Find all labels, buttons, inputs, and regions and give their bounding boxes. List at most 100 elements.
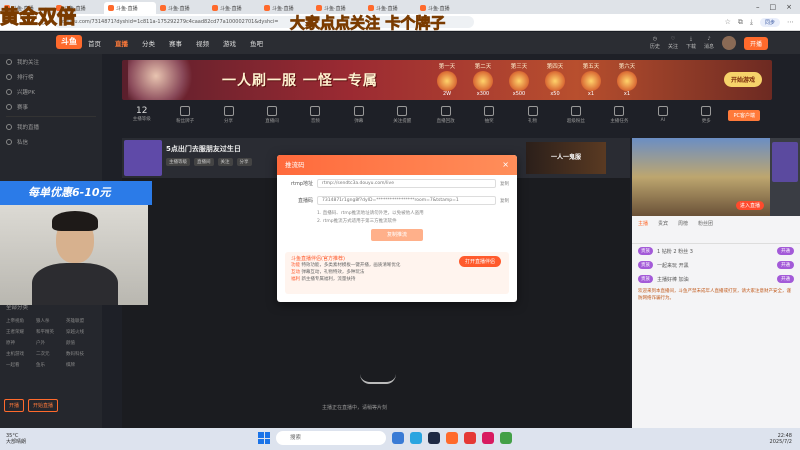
avatar[interactable]	[721, 36, 736, 50]
history-button[interactable]: ◷ 历史	[650, 36, 660, 50]
sidebar-item-messages[interactable]: 私信	[0, 134, 102, 149]
room-tag[interactable]: 关注	[217, 158, 233, 166]
category-link[interactable]: 主机游戏	[6, 351, 36, 357]
windows-start-icon[interactable]	[258, 432, 270, 444]
sidebar-item-pk[interactable]: 兴趣PK	[0, 84, 102, 99]
nav-item-live[interactable]: 直播	[115, 38, 128, 48]
category-link[interactable]: 颜值	[66, 340, 96, 346]
tab-weekly[interactable]: 周榜	[678, 220, 688, 227]
category-link[interactable]: 二次元	[36, 351, 66, 357]
steam-icon[interactable]	[428, 432, 440, 444]
extensions-icon[interactable]: ⧉	[738, 18, 743, 27]
category-link[interactable]: 英雄联盟	[66, 318, 96, 324]
open-vip-button[interactable]: 开通	[777, 275, 794, 283]
category-link[interactable]: 棋牌	[66, 362, 96, 368]
browser-tab-active[interactable]: 斗鱼·直播	[104, 2, 156, 14]
open-live-button[interactable]: 开播	[743, 36, 768, 50]
open-vip-button[interactable]: 开通	[777, 261, 794, 269]
system-tray[interactable]: 22:48 2025/7/2	[770, 433, 800, 445]
nav-item-video[interactable]: 视频	[196, 38, 209, 48]
edge-icon[interactable]	[410, 432, 422, 444]
douyu-icon[interactable]	[446, 432, 458, 444]
bell-icon: ♪	[707, 36, 711, 42]
tab-anchor[interactable]: 主播	[638, 220, 648, 227]
start-game-button[interactable]: 开始游戏	[723, 72, 762, 87]
pc-client-button[interactable]: PC客户端	[728, 110, 760, 121]
room-tag[interactable]: 分享	[236, 158, 252, 166]
star-icon[interactable]: ☆	[725, 18, 731, 26]
nav-item-category[interactable]: 分类	[142, 38, 155, 48]
go-live-button[interactable]: 开播	[4, 399, 25, 412]
category-link[interactable]: 原神	[6, 340, 36, 346]
copy-stream-button[interactable]: 复制推流	[371, 229, 423, 241]
toolbar-item[interactable]: 直播回放	[430, 106, 461, 130]
server-field[interactable]: rtmp://sendtc3a.douyu.com/live	[317, 179, 496, 188]
toolbar-item[interactable]: 主播任务	[604, 106, 635, 130]
nav-item-events[interactable]: 赛事	[169, 38, 182, 48]
category-link[interactable]: 上帝视角	[6, 318, 36, 324]
category-link[interactable]: 王者荣耀	[6, 329, 36, 335]
maximize-icon[interactable]: □	[770, 3, 777, 11]
open-vip-button[interactable]: 开通	[777, 247, 794, 255]
key-field[interactable]: 7314871r1gng8f?dyID=*****************roo…	[317, 196, 496, 205]
download-icon[interactable]: ⤓	[750, 18, 753, 27]
category-link[interactable]: 户外	[36, 340, 66, 346]
open-companion-button[interactable]: 打开直播伴侣	[458, 256, 501, 267]
follow-button[interactable]: ♡ 关注	[668, 36, 678, 50]
toolbar-item[interactable]: AI	[647, 106, 678, 130]
browser-tab[interactable]: 斗鱼·直播	[208, 2, 260, 14]
sidebar-item-mylive[interactable]: 我的直播	[0, 119, 102, 134]
side-ad[interactable]	[772, 142, 798, 182]
close-icon[interactable]: ×	[502, 155, 509, 175]
toolbar-item[interactable]: 超级粉丝	[560, 106, 591, 130]
category-link[interactable]: 和平精英	[36, 329, 66, 335]
tab-fans[interactable]: 粉丝团	[698, 220, 713, 227]
anchor-avatar[interactable]	[124, 140, 162, 176]
toolbar-item[interactable]: 更多	[690, 106, 721, 130]
toolbar-item[interactable]: 礼物	[517, 106, 548, 130]
close-icon[interactable]: ×	[786, 3, 792, 11]
menu-icon[interactable]: ⋯	[787, 18, 794, 26]
weather-widget[interactable]: 35°C 大部晴朗	[0, 433, 26, 445]
message-button[interactable]: ♪ 消息	[704, 36, 714, 50]
room-promo-banner[interactable]: 一人一鬼服	[526, 142, 606, 174]
toolbar-item[interactable]: 粉丝牌子	[169, 106, 200, 130]
sidebar-item-rank[interactable]: 排行榜	[0, 69, 102, 84]
toolbar-item-level[interactable]: 12 主播等级	[126, 106, 157, 130]
site-logo[interactable]: 斗鱼	[56, 35, 82, 49]
category-link[interactable]: 一起看	[6, 362, 36, 368]
taskbar-search[interactable]: 搜索	[276, 431, 386, 445]
nav-item-yuba[interactable]: 鱼吧	[250, 38, 263, 48]
browser-tab[interactable]: 斗鱼·直播	[156, 2, 208, 14]
start-live-button[interactable]: 开始直播	[28, 399, 59, 412]
room-tag[interactable]: 直播间	[194, 158, 214, 166]
nav-item-home[interactable]: 首页	[88, 38, 101, 48]
toolbar-item[interactable]: 抽奖	[473, 106, 504, 130]
copy-key-button[interactable]: 复制	[500, 198, 509, 204]
category-link[interactable]: 鱼乐	[36, 362, 66, 368]
download-button[interactable]: ⤓ 下载	[686, 36, 696, 50]
toolbar-item[interactable]: 关注提醒	[387, 106, 418, 130]
room-tag[interactable]: 主播等级	[166, 158, 190, 166]
category-link[interactable]: 穿越火线	[66, 329, 96, 335]
toolbar-item[interactable]: 音频	[300, 106, 331, 130]
tab-vip[interactable]: 贵宾	[658, 220, 668, 227]
game-ad-banner[interactable]: 一人刷一服 一怪一专属 第一天 2W 第二天 x300 第三天 x500 第四天 x50…	[122, 60, 772, 100]
sidebar-item-follow[interactable]: 我的关注	[0, 54, 102, 69]
obs-icon[interactable]	[464, 432, 476, 444]
toolbar-item[interactable]: 直播间	[256, 106, 287, 130]
recommended-video[interactable]: 进入直播	[632, 138, 770, 216]
sidebar-item-events[interactable]: 赛事	[0, 99, 102, 114]
nav-item-games[interactable]: 游戏	[223, 38, 236, 48]
category-link[interactable]: 狼人杀	[36, 318, 66, 324]
minimize-icon[interactable]: –	[756, 3, 760, 11]
copy-server-button[interactable]: 复制	[500, 181, 509, 187]
toolbar-item[interactable]: 分享	[213, 106, 244, 130]
wechat-icon[interactable]	[500, 432, 512, 444]
app-icon[interactable]	[482, 432, 494, 444]
enter-room-button[interactable]: 进入直播	[735, 201, 764, 210]
toolbar-item[interactable]: 弹幕	[343, 106, 374, 130]
file-explorer-icon[interactable]	[392, 432, 404, 444]
sync-button[interactable]: 同步	[759, 17, 780, 27]
category-link[interactable]: 数码科技	[66, 351, 96, 357]
